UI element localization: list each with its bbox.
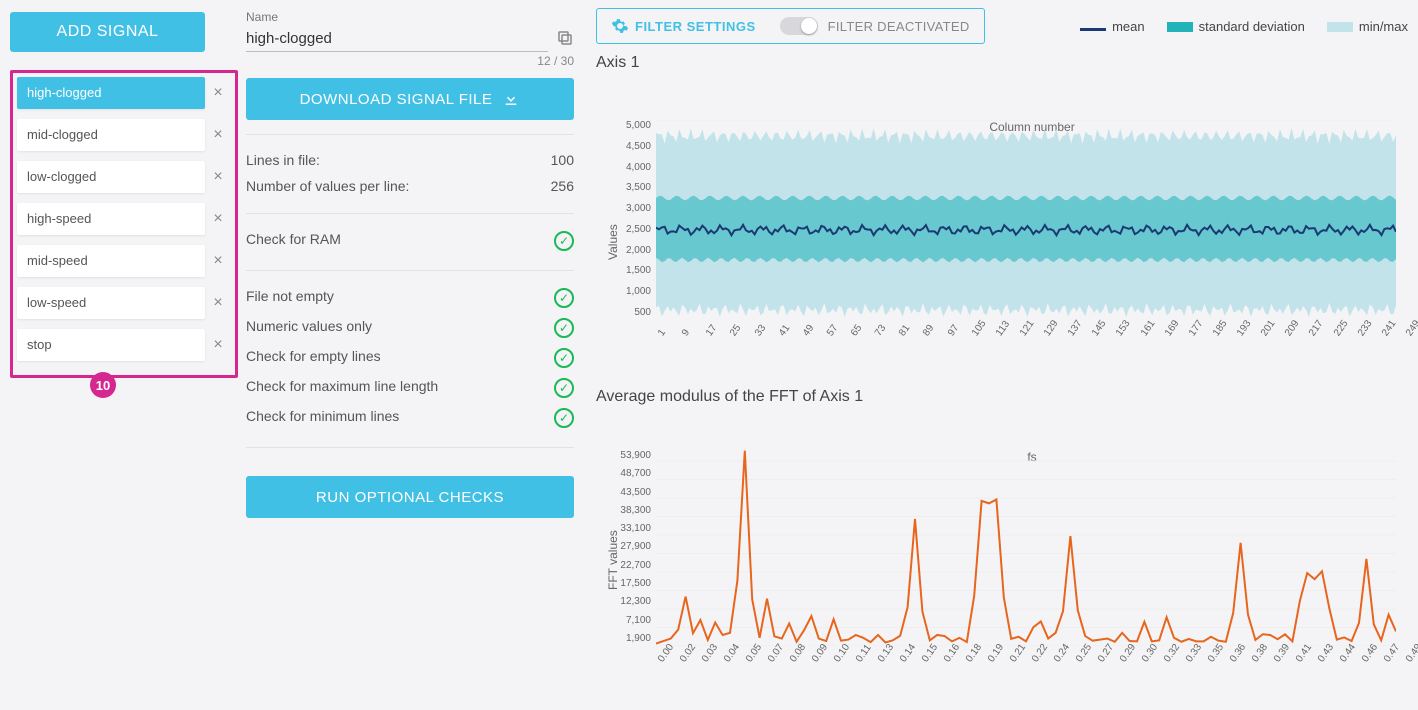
chart1-plot: [656, 120, 1396, 320]
check-ram-label: Check for RAM: [246, 231, 341, 251]
gear-icon: [611, 17, 629, 35]
check-ok-icon: ✓: [554, 318, 574, 338]
signal-list: high-clogged×mid-clogged×low-clogged×hig…: [10, 70, 238, 378]
chart1-title: Axis 1: [596, 54, 1408, 72]
download-signal-button[interactable]: DOWNLOAD SIGNAL FILE: [246, 78, 574, 120]
signal-remove-4[interactable]: ×: [205, 252, 231, 270]
name-counter: 12 / 30: [246, 54, 574, 68]
legend-mean-label: mean: [1112, 19, 1145, 34]
signal-item-0[interactable]: high-clogged: [17, 77, 205, 109]
check-ok-icon: ✓: [554, 288, 574, 308]
filter-box: FILTER SETTINGS FILTER DEACTIVATED: [596, 8, 985, 44]
download-label: DOWNLOAD SIGNAL FILE: [300, 91, 493, 108]
signal-item-6[interactable]: stop: [17, 329, 205, 361]
signal-item-3[interactable]: high-speed: [17, 203, 205, 235]
legend-swatch-std: [1167, 22, 1193, 32]
check-label-2: Check for empty lines: [246, 348, 381, 368]
filter-settings-button[interactable]: FILTER SETTINGS: [611, 17, 756, 35]
filter-deactivated-label: FILTER DEACTIVATED: [828, 19, 970, 34]
lines-in-file-label: Lines in file:: [246, 152, 320, 168]
filter-settings-label: FILTER SETTINGS: [635, 19, 756, 34]
values-per-line-value: 256: [551, 178, 574, 194]
check-label-3: Check for maximum line length: [246, 378, 438, 398]
chart2-title: Average modulus of the FFT of Axis 1: [596, 388, 1408, 406]
download-icon: [502, 90, 520, 108]
chart2-plot: [656, 450, 1396, 646]
name-field-label: Name: [246, 10, 574, 24]
chart-legend: mean standard deviation min/max: [1080, 19, 1408, 34]
signal-item-2[interactable]: low-clogged: [17, 161, 205, 193]
values-per-line-label: Number of values per line:: [246, 178, 409, 194]
signal-remove-6[interactable]: ×: [205, 336, 231, 354]
signal-item-4[interactable]: mid-speed: [17, 245, 205, 277]
legend-minmax-label: min/max: [1359, 19, 1408, 34]
signal-remove-0[interactable]: ×: [205, 84, 231, 102]
filter-toggle[interactable]: [780, 17, 818, 35]
signal-remove-3[interactable]: ×: [205, 210, 231, 228]
check-label-0: File not empty: [246, 288, 334, 308]
legend-swatch-mean: [1080, 28, 1106, 31]
check-ok-icon: ✓: [554, 378, 574, 398]
check-label-1: Numeric values only: [246, 318, 372, 338]
signal-remove-2[interactable]: ×: [205, 168, 231, 186]
annotation-badge: 10: [90, 372, 116, 398]
check-ok-icon: ✓: [554, 408, 574, 428]
check-ok-icon: ✓: [554, 231, 574, 251]
signal-item-1[interactable]: mid-clogged: [17, 119, 205, 151]
copy-icon[interactable]: [556, 29, 574, 50]
run-optional-checks-button[interactable]: RUN OPTIONAL CHECKS: [246, 476, 574, 518]
signal-remove-1[interactable]: ×: [205, 126, 231, 144]
lines-in-file-value: 100: [551, 152, 574, 168]
check-ok-icon: ✓: [554, 348, 574, 368]
signal-name-input[interactable]: [246, 26, 548, 52]
signal-remove-5[interactable]: ×: [205, 294, 231, 312]
legend-std-label: standard deviation: [1199, 19, 1305, 34]
check-label-4: Check for minimum lines: [246, 408, 399, 428]
signal-item-5[interactable]: low-speed: [17, 287, 205, 319]
legend-swatch-minmax: [1327, 22, 1353, 32]
add-signal-button[interactable]: ADD SIGNAL: [10, 12, 205, 52]
